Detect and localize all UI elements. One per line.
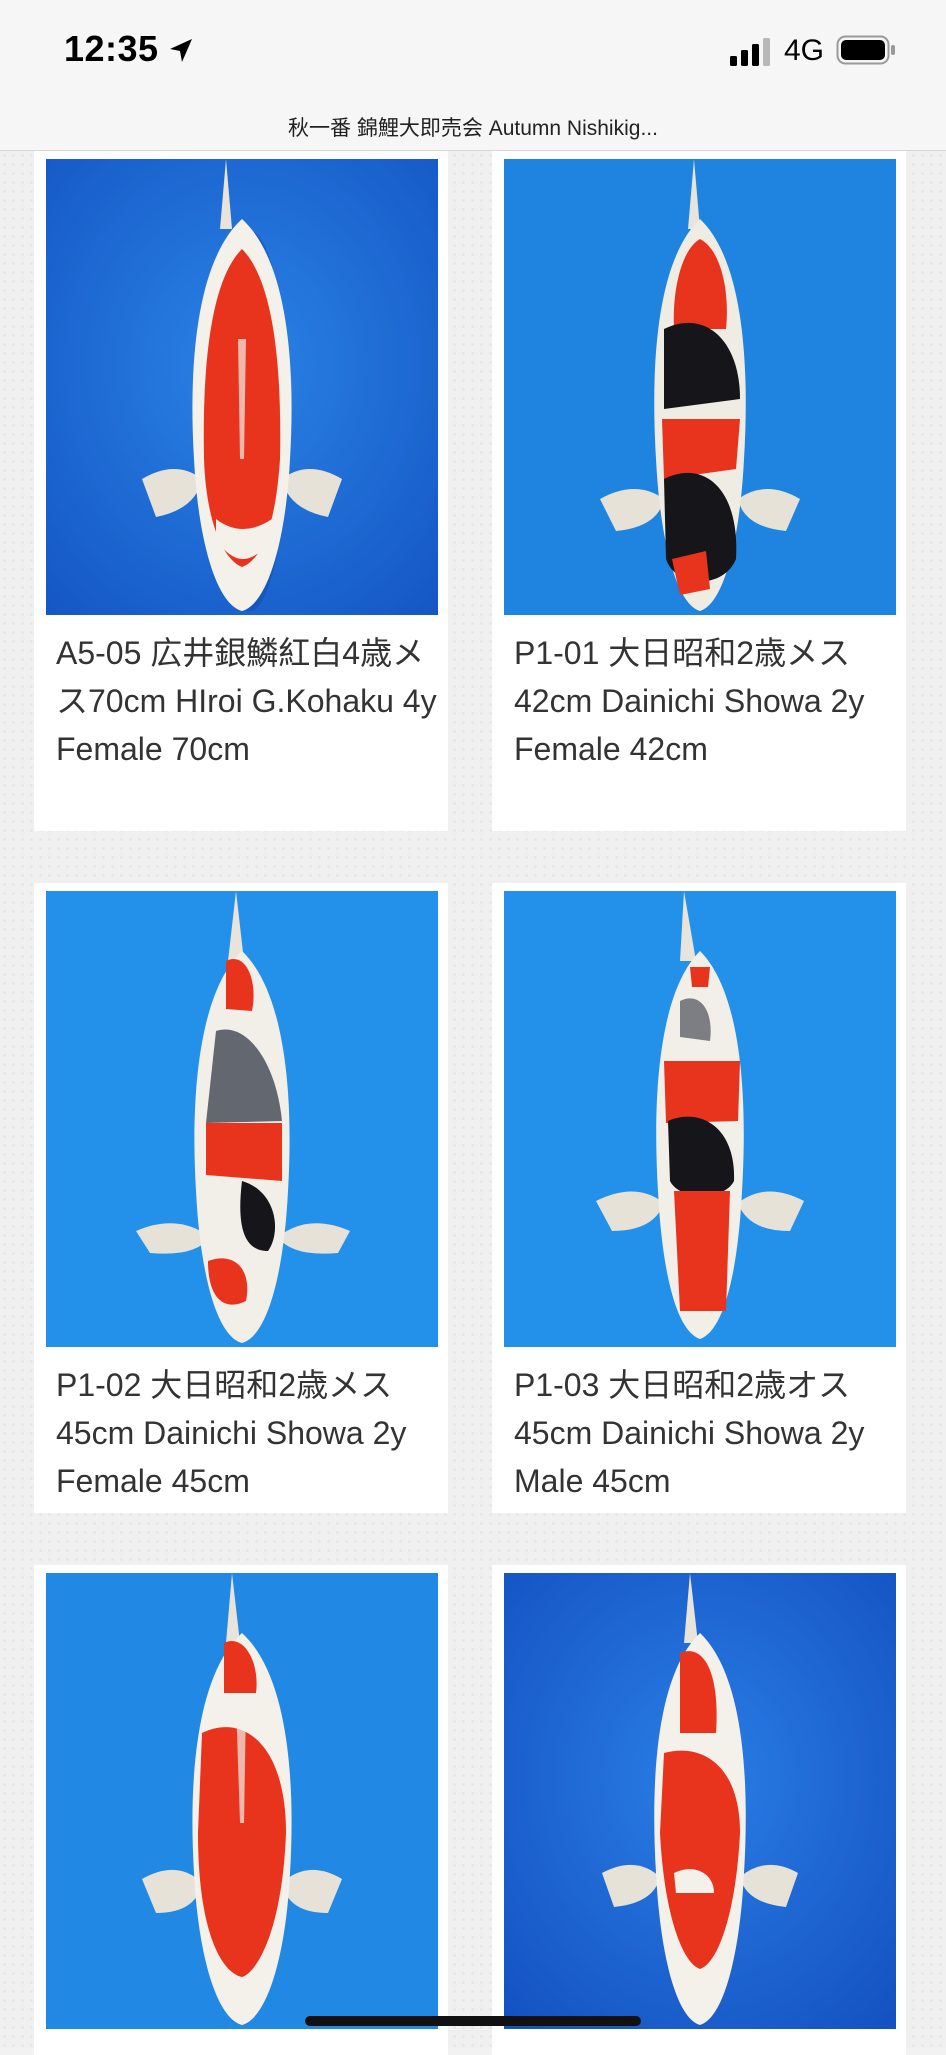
page-title[interactable]: 秋一番 錦鯉大即売会 Autumn Nishikig... [0,112,946,142]
page-header: 秋一番 錦鯉大即売会 Autumn Nishikig... [0,100,946,151]
cellular-signal-icon [730,38,770,66]
listing-card[interactable]: P1-01 大日昭和2歳メス 42cm Dainichi Showa 2y Fe… [492,151,906,831]
home-indicator[interactable] [305,2016,641,2026]
listing-card[interactable]: P1-03 大日昭和2歳オス 45cm Dainichi Showa 2y Ma… [492,883,906,1513]
koi-image [46,891,438,1347]
koi-image [46,159,438,615]
network-type: 4G [784,34,825,67]
koi-photo[interactable] [504,891,896,1347]
listing-card[interactable]: A5-05 広井銀鱗紅白4歳メス70cm HIroi G.Kohaku 4y F… [34,151,448,831]
listing-caption[interactable]: P1-01 大日昭和2歳メス 42cm Dainichi Showa 2y Fe… [514,629,896,773]
listing-card[interactable] [34,1565,448,2055]
koi-photo[interactable] [46,1573,438,2029]
listing-caption[interactable]: A5-05 広井銀鱗紅白4歳メス70cm HIroi G.Kohaku 4y F… [56,629,438,773]
koi-photo[interactable] [504,1573,896,2029]
koi-image [504,159,896,615]
koi-image [504,1573,896,2029]
koi-image [46,1573,438,2029]
koi-photo[interactable] [46,159,438,615]
status-bar: 12:35 4G [0,0,946,100]
listing-caption[interactable]: P1-02 大日昭和2歳メス 45cm Dainichi Showa 2y Fe… [56,1361,438,1505]
listing-caption[interactable]: P1-03 大日昭和2歳オス 45cm Dainichi Showa 2y Ma… [514,1361,896,1505]
koi-photo[interactable] [46,891,438,1347]
listing-grid: A5-05 広井銀鱗紅白4歳メス70cm HIroi G.Kohaku 4y F… [0,151,946,2055]
listing-card[interactable] [492,1565,906,2055]
location-arrow-icon [170,39,192,62]
koi-image [504,891,896,1347]
koi-photo[interactable] [504,159,896,615]
listing-card[interactable]: P1-02 大日昭和2歳メス 45cm Dainichi Showa 2y Fe… [34,883,448,1513]
status-time: 12:35 [64,28,159,69]
battery-icon [836,35,895,65]
